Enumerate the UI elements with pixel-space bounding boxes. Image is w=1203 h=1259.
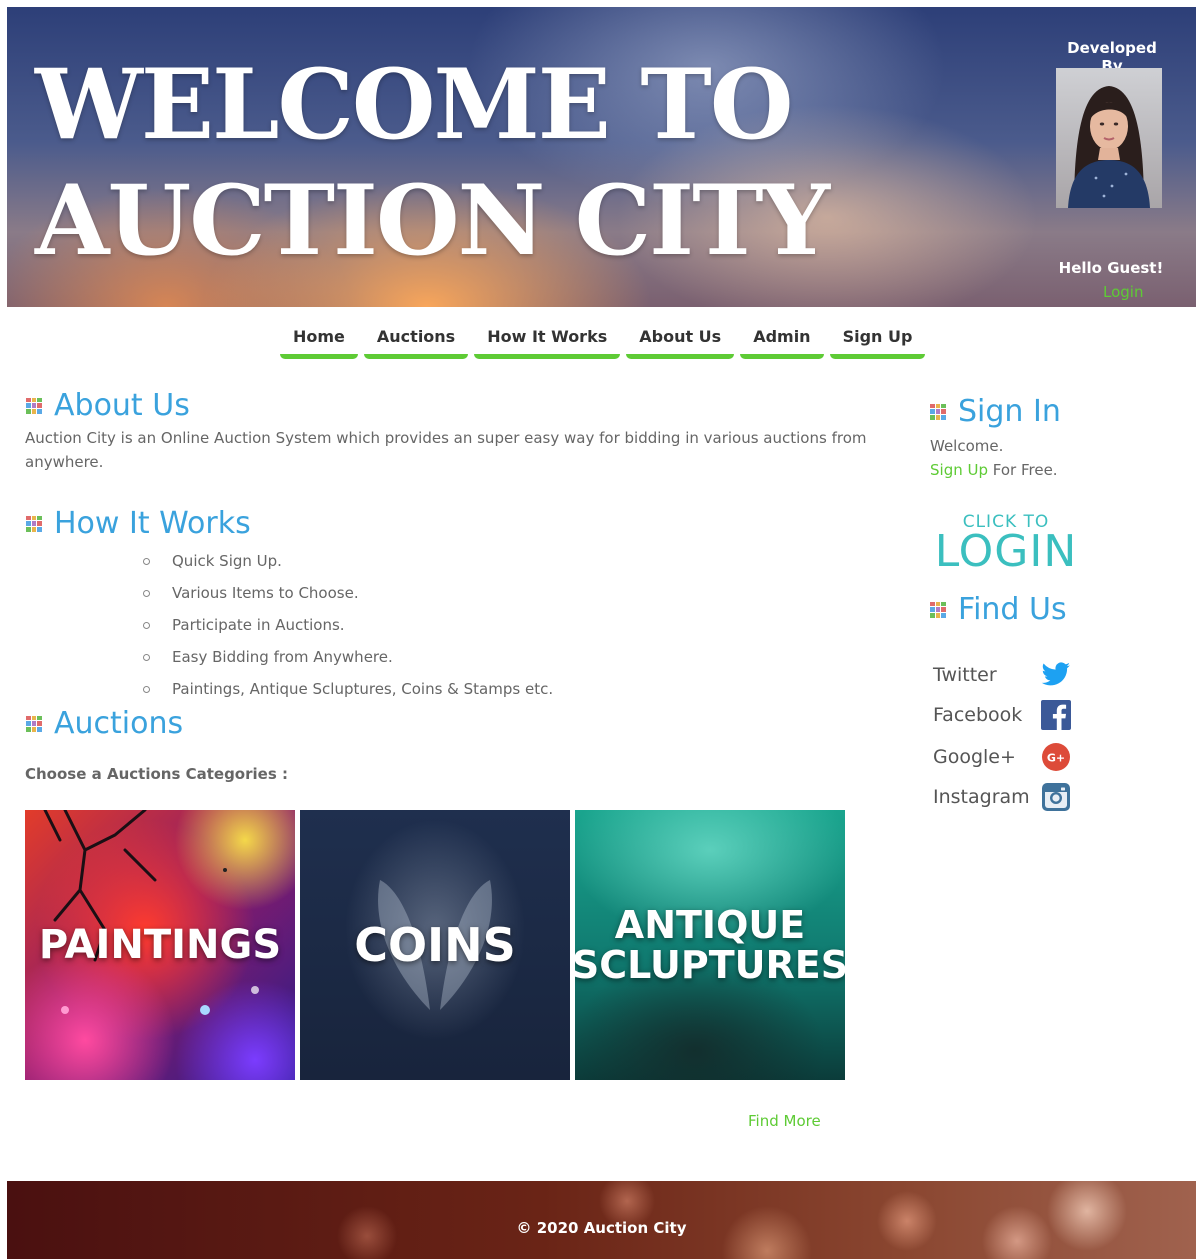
- category-sculptures-label-line2: SCLUPTURES: [575, 943, 845, 987]
- sign-in-heading-text: Sign In: [958, 394, 1061, 429]
- header-login-link[interactable]: Login: [1103, 283, 1143, 301]
- twitter-icon: [1041, 662, 1070, 686]
- social-twitter[interactable]: Twitter: [933, 662, 1071, 688]
- footer: © 2020 Auction City: [7, 1181, 1196, 1259]
- auctions-heading: Auctions: [26, 706, 183, 741]
- list-item: Various Items to Choose.: [140, 577, 553, 609]
- auctions-subtitle: Choose a Auctions Categories :: [25, 765, 288, 783]
- category-tiles: PAINTINGS COINS ANTIQUE SCLUPTURES: [25, 810, 845, 1080]
- google-plus-icon: G+: [1042, 743, 1070, 771]
- how-it-works-heading-text: How It Works: [54, 506, 251, 541]
- list-item: Quick Sign Up.: [140, 545, 553, 577]
- nav-about-us[interactable]: About Us: [626, 318, 735, 359]
- nav-auctions[interactable]: Auctions: [363, 318, 469, 359]
- about-text: Auction City is an Online Auction System…: [25, 429, 867, 471]
- copyright-text: © 2020 Auction City: [516, 1219, 687, 1237]
- social-google-plus[interactable]: Google+ G+: [933, 742, 1071, 772]
- site-title-line1: WELCOME TO: [35, 48, 793, 161]
- nav-home[interactable]: Home: [280, 318, 358, 359]
- auctions-heading-text: Auctions: [54, 706, 184, 741]
- login-big-text: LOGIN: [934, 526, 1078, 577]
- grid-bullet-icon: [930, 403, 946, 420]
- social-facebook-label: Facebook: [933, 704, 1023, 726]
- list-item: Easy Bidding from Anywhere.: [140, 641, 553, 673]
- nav-admin[interactable]: Admin: [740, 318, 824, 359]
- grid-bullet-icon: [930, 601, 946, 618]
- site-title: WELCOME TO AUCTION CITY: [35, 47, 830, 279]
- nav-how-it-works[interactable]: How It Works: [474, 318, 621, 359]
- how-it-works-list: Quick Sign Up. Various Items to Choose. …: [140, 545, 553, 705]
- how-it-works-heading: How It Works: [26, 506, 251, 541]
- social-google-plus-label: Google+: [933, 746, 1016, 768]
- welcome-text: Welcome.: [930, 437, 1004, 455]
- facebook-icon: [1041, 700, 1071, 730]
- sign-in-heading: Sign In: [930, 394, 1061, 429]
- social-instagram[interactable]: Instagram: [933, 782, 1071, 812]
- category-coins-label: COINS: [354, 918, 516, 972]
- social-facebook[interactable]: Facebook: [933, 700, 1071, 730]
- click-to-login-button[interactable]: CLICK TO LOGIN: [933, 512, 1079, 574]
- category-sculptures-tile[interactable]: ANTIQUE SCLUPTURES: [575, 810, 845, 1080]
- site-title-line2: AUCTION CITY: [35, 164, 830, 277]
- signup-line: Sign Up For Free.: [930, 458, 1058, 482]
- category-sculptures-label-line1: ANTIQUE: [614, 903, 806, 947]
- developer-photo: [1056, 68, 1162, 208]
- find-more-link[interactable]: Find More: [748, 1112, 821, 1130]
- grid-bullet-icon: [26, 397, 42, 414]
- find-us-heading-text: Find Us: [958, 592, 1067, 627]
- nav-sign-up[interactable]: Sign Up: [829, 318, 926, 359]
- list-item: Participate in Auctions.: [140, 609, 553, 641]
- instagram-icon: [1042, 783, 1070, 811]
- sidebar-signup-link[interactable]: Sign Up: [930, 461, 988, 479]
- svg-text:G+: G+: [1047, 752, 1065, 765]
- category-sculptures-label: ANTIQUE SCLUPTURES: [575, 905, 845, 985]
- signup-suffix-text: For Free.: [988, 461, 1058, 479]
- about-heading-text: About Us: [54, 388, 190, 423]
- greeting-text: Hello Guest!: [1058, 259, 1164, 277]
- social-twitter-label: Twitter: [933, 664, 997, 686]
- about-heading: About Us: [26, 388, 190, 423]
- category-paintings-tile[interactable]: PAINTINGS: [25, 810, 295, 1080]
- header-banner: WELCOME TO AUCTION CITY Developed By Hel…: [7, 7, 1196, 307]
- social-instagram-label: Instagram: [933, 786, 1030, 808]
- grid-bullet-icon: [26, 715, 42, 732]
- category-paintings-label: PAINTINGS: [38, 922, 282, 968]
- find-us-heading: Find Us: [930, 592, 1067, 627]
- category-coins-tile[interactable]: COINS: [300, 810, 570, 1080]
- list-item: Paintings, Antique Scluptures, Coins & S…: [140, 673, 553, 705]
- grid-bullet-icon: [26, 515, 42, 532]
- main-nav: Home Auctions How It Works About Us Admi…: [280, 318, 926, 359]
